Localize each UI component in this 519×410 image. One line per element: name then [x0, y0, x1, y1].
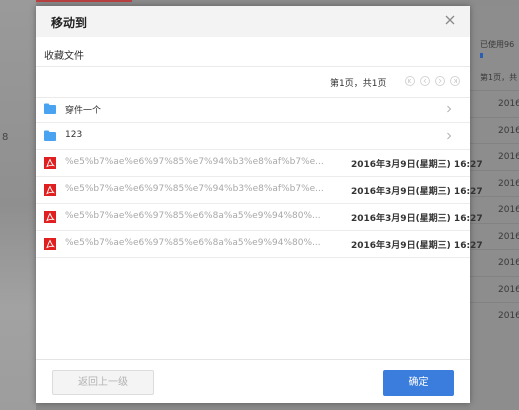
background-row-date: 2016: [498, 258, 519, 268]
background-usage-label: 已使用96: [480, 40, 515, 49]
next-page-button[interactable]: [435, 76, 445, 86]
background-page-label: 第1页，共: [480, 73, 518, 82]
close-icon: [445, 15, 455, 25]
background-row-date: 2016: [498, 311, 519, 321]
file-name: %e5%b7%ae%e6%97%85%e6%8a%a5%e9%94%80%...: [65, 211, 321, 221]
file-name: %e5%b7%ae%e6%97%85%e7%94%b3%e8%af%b7%e..…: [65, 157, 324, 167]
pdf-icon: [44, 184, 56, 196]
folder-row[interactable]: 123: [36, 123, 470, 150]
background-table-row: 2016: [470, 302, 519, 329]
dialog-title: 移动到: [51, 16, 88, 30]
file-list: 穿件一个 123 %e5%b7%ae%e6%97%85%e7%94%b3%e8%af…: [36, 96, 483, 258]
file-name: %e5%b7%ae%e6%97%85%e6%8a%a5%e9%94%80%...: [65, 238, 321, 248]
folder-icon: [44, 130, 56, 141]
background-row-date: 2016: [498, 99, 519, 109]
first-page-icon: [408, 78, 412, 84]
dialog-header: 移动到: [36, 6, 470, 37]
file-date: 2016年3月9日(星期三) 16:27: [351, 187, 483, 197]
pagination-text: 第1页，共1页: [330, 79, 387, 89]
background-row-date: 2016: [498, 284, 519, 295]
file-row[interactable]: %e5%b7%ae%e6%97%85%e6%8a%a5%e9%94%80%...…: [36, 204, 483, 231]
background-table-row: 2016: [470, 249, 519, 276]
last-page-button[interactable]: [450, 76, 460, 86]
background-row-date: 2016: [498, 178, 519, 189]
file-row[interactable]: %e5%b7%ae%e6%97%85%e6%8a%a5%e9%94%80%...…: [36, 231, 483, 258]
chevron-right-icon: [438, 78, 442, 84]
file-row[interactable]: %e5%b7%ae%e6%97%85%e7%94%b3%e8%af%b7%e..…: [36, 150, 483, 177]
background-active-tab-underline: [36, 0, 132, 2]
background-row-date: 2016: [498, 125, 519, 136]
back-button[interactable]: 返回上一级: [52, 370, 154, 395]
background-right-panel: 已使用96 第1页，共 2016 2016 2016 2016 2016 2016 2016…: [470, 6, 519, 410]
last-page-icon: [453, 78, 457, 84]
pagination-bar: 第1页，共1页: [36, 66, 470, 98]
folder-icon: [44, 103, 56, 114]
folder-name: 123: [65, 130, 83, 140]
background-row-date: 2016: [498, 205, 519, 215]
background-left-panel: 8: [0, 0, 36, 410]
dialog-footer: 返回上一级 确定: [36, 359, 470, 404]
prev-page-button[interactable]: [420, 76, 430, 86]
file-date: 2016年3月9日(星期三) 16:27: [351, 241, 483, 251]
confirm-button[interactable]: 确定: [383, 370, 454, 396]
pdf-icon: [44, 238, 56, 250]
chevron-right-icon: [445, 104, 453, 114]
file-date: 2016年3月9日(星期三) 16:27: [351, 214, 483, 224]
pdf-icon: [44, 157, 56, 169]
file-name: %e5%b7%ae%e6%97%85%e7%94%b3%e8%af%b7%e..…: [65, 184, 324, 194]
folder-name: 穿件一个: [65, 106, 102, 116]
background-left-glyph: 8: [2, 132, 9, 143]
file-row[interactable]: %e5%b7%ae%e6%97%85%e7%94%b3%e8%af%b7%e..…: [36, 177, 483, 204]
folder-row[interactable]: 穿件一个: [36, 96, 470, 123]
chevron-left-icon: [423, 78, 427, 84]
breadcrumb[interactable]: 收藏文件: [44, 47, 84, 62]
file-date: 2016年3月9日(星期三) 16:27: [351, 160, 483, 170]
background-row-date: 2016: [498, 231, 519, 242]
background-table-row: 2016: [470, 116, 519, 144]
background-usage-bar: [480, 53, 483, 58]
chevron-right-icon: [445, 131, 453, 141]
background-table-row: 2016: [470, 90, 519, 117]
first-page-button[interactable]: [405, 76, 415, 86]
background-row-date: 2016: [498, 152, 519, 162]
background-table-row: 2016: [470, 275, 519, 303]
close-button[interactable]: [441, 11, 459, 29]
move-to-dialog: 移动到 收藏文件 第1页，共1页 穿件一个 123 %e5%b7%ae%e6%97%…: [36, 6, 483, 404]
pdf-icon: [44, 211, 56, 223]
